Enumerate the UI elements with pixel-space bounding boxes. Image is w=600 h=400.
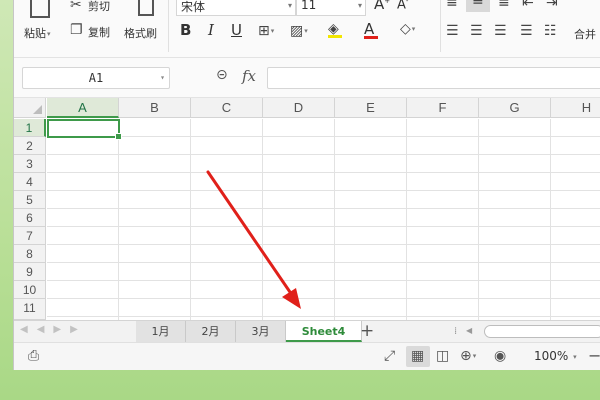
row-header-2[interactable]: 2	[14, 137, 46, 155]
status-bar: ⎙ ⤢ ▦ ◫ ⊕▾ ◉ 100% ▾ −	[14, 342, 600, 370]
row-header-8[interactable]: 8	[14, 245, 46, 263]
column-header-h[interactable]: H	[551, 98, 600, 118]
sheet-tab-2[interactable]: 2月	[186, 321, 236, 342]
indent-increase-icon[interactable]: ⇥	[546, 0, 558, 10]
align-right-icon[interactable]: ☰	[494, 24, 507, 38]
scroll-left-icon[interactable]: ◀	[466, 326, 472, 335]
row-header-10[interactable]: 10	[14, 281, 46, 299]
chevron-down-icon: ▾	[287, 1, 292, 10]
page-layout-view-icon[interactable]: ◫	[436, 348, 449, 364]
column-header-f[interactable]: F	[407, 98, 479, 118]
fullscreen-icon[interactable]: ⤢	[384, 348, 395, 364]
spreadsheet-window: 粘贴▾ ✂ 剪切 ❐ 复制 格式刷 宋体 ▾ 11 ▾ A+ A- B I U …	[14, 0, 600, 370]
sheet-tab-1[interactable]: 1月	[136, 321, 186, 342]
column-header-b[interactable]: B	[119, 98, 191, 118]
ribbon-divider	[440, 0, 441, 52]
column-header-c[interactable]: C	[191, 98, 263, 118]
zoom-value: 100%	[534, 349, 569, 363]
scissors-icon: ✂	[70, 0, 82, 13]
distribute-icon[interactable]: ☷	[544, 24, 557, 38]
italic-button[interactable]: I	[208, 21, 214, 39]
borders-icon[interactable]: ⊞▾	[258, 24, 274, 38]
fill-color-icon[interactable]: ◈	[328, 22, 342, 38]
merge-button[interactable]: 合并	[574, 26, 596, 42]
column-header-e[interactable]: E	[335, 98, 407, 118]
align-top-icon[interactable]: ≡	[446, 0, 458, 10]
cell-area[interactable]	[47, 119, 600, 320]
sheet-tabs-bar: ◀◀▶▶ 1月 2月 3月 Sheet4 + ⁞ ◀	[14, 320, 600, 342]
row-header-1[interactable]: 1	[14, 119, 46, 137]
cut-button[interactable]: 剪切	[88, 0, 110, 14]
ribbon-toolbar: 粘贴▾ ✂ 剪切 ❐ 复制 格式刷 宋体 ▾ 11 ▾ A+ A- B I U …	[14, 0, 600, 58]
decrease-font-button[interactable]: A-	[397, 0, 408, 12]
formula-input[interactable]	[267, 67, 600, 89]
page-break-view-icon[interactable]: ⊕▾	[460, 348, 476, 364]
cell-style-icon[interactable]: ▨▾	[290, 24, 308, 38]
column-header-g[interactable]: G	[479, 98, 551, 118]
zoom-out-button[interactable]: −	[588, 346, 600, 365]
format-painter-icon	[138, 0, 154, 16]
insert-function-button[interactable]: fx	[242, 67, 256, 85]
name-box-value: A1	[88, 71, 104, 85]
justify-icon[interactable]: ☰	[520, 24, 533, 38]
paste-label: 粘贴	[24, 27, 46, 40]
font-size-value: 11	[301, 0, 317, 12]
add-sheet-button[interactable]: +	[360, 321, 374, 341]
row-header-9[interactable]: 9	[14, 263, 46, 281]
underline-button[interactable]: U	[231, 21, 242, 39]
sheet-tab-sheet4[interactable]: Sheet4	[286, 321, 362, 342]
chevron-down-icon: ▾	[357, 1, 362, 10]
font-name-value: 宋体	[181, 0, 206, 14]
align-middle-icon[interactable]: ≡	[466, 0, 490, 12]
select-all-button[interactable]	[14, 98, 46, 118]
align-center-icon[interactable]: ☰	[470, 24, 483, 38]
sheet-tab-3[interactable]: 3月	[236, 321, 286, 342]
eraser-icon[interactable]: ◇▾	[400, 22, 415, 36]
formula-bar: A1 ▾ ⊝ fx	[14, 58, 600, 98]
paste-icon[interactable]	[30, 0, 50, 18]
copy-icon: ❐	[70, 22, 83, 38]
normal-view-icon: ▦	[411, 348, 425, 364]
active-cell-a1[interactable]	[47, 119, 122, 140]
copy-button[interactable]: 复制	[88, 24, 110, 40]
column-header-a[interactable]: A	[47, 98, 119, 118]
worksheet-grid: A B C D E F G H 1 2 3 4 5 6 7 8 9 10 11	[14, 98, 600, 320]
paste-button[interactable]: 粘贴▾	[24, 25, 51, 41]
font-name-select[interactable]: 宋体 ▾	[176, 0, 296, 16]
sheet-nav-arrows[interactable]: ◀◀▶▶	[20, 324, 87, 335]
bold-button[interactable]: B	[180, 21, 191, 39]
row-header-11[interactable]: 11	[14, 299, 46, 320]
zoom-select[interactable]: 100% ▾	[534, 349, 577, 363]
row-header-5[interactable]: 5	[14, 191, 46, 209]
scroll-thumb[interactable]	[484, 325, 600, 338]
font-color-glyph: A	[364, 20, 375, 38]
column-header-d[interactable]: D	[263, 98, 335, 118]
zoom-lookup-icon[interactable]: ⊝	[216, 67, 228, 83]
format-painter-button[interactable]: 格式刷	[124, 25, 157, 41]
row-header-3[interactable]: 3	[14, 155, 46, 173]
row-header-4[interactable]: 4	[14, 173, 46, 191]
horizontal-scrollbar[interactable]: ⁞ ◀	[454, 324, 600, 340]
align-bottom-icon[interactable]: ≡	[498, 0, 510, 10]
row-header-7[interactable]: 7	[14, 227, 46, 245]
eye-protection-icon[interactable]: ◉	[494, 348, 506, 364]
indent-decrease-icon[interactable]: ⇤	[522, 0, 534, 10]
chevron-down-icon: ▾	[160, 73, 165, 82]
macro-record-icon[interactable]: ⎙	[28, 348, 39, 364]
increase-font-button[interactable]: A+	[374, 0, 390, 13]
name-box[interactable]: A1 ▾	[22, 67, 170, 89]
font-color-button[interactable]: A	[364, 20, 378, 39]
font-size-select[interactable]: 11 ▾	[296, 0, 366, 16]
scroll-grip-icon: ⁞	[454, 326, 458, 337]
align-left-icon[interactable]: ☰	[446, 24, 459, 38]
row-header-6[interactable]: 6	[14, 209, 46, 227]
ribbon-divider	[168, 0, 169, 52]
